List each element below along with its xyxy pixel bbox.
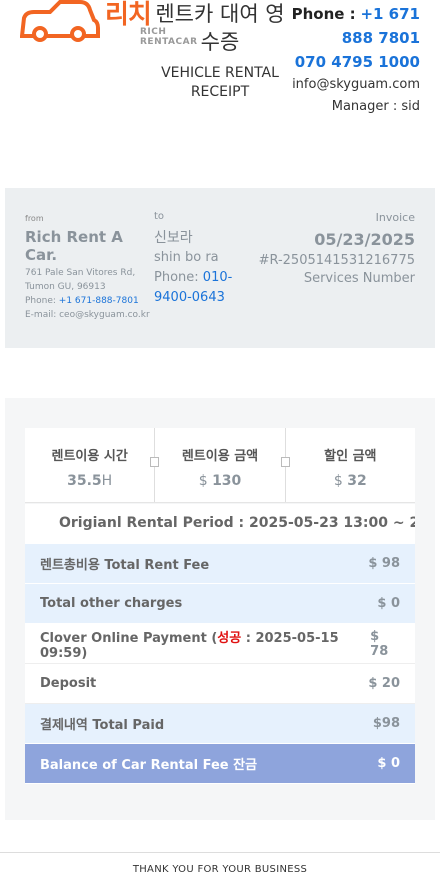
from-section: from Rich Rent A Car. 761 Pale San Vitor… [25, 214, 155, 322]
phone-link-2[interactable]: 070 4795 1000 [280, 50, 420, 74]
stat-prefix: $ [333, 473, 343, 489]
row-value: $98 [372, 716, 400, 731]
logo-text: 리치 [105, 0, 152, 30]
company-contact: Phone : +1 671 888 7801 070 4795 1000 in… [280, 2, 420, 118]
row-deposit: Deposit $ 20 [25, 664, 415, 704]
company-email: info@skyguam.com [292, 77, 420, 92]
phone-label: Phone : [291, 5, 356, 23]
row-label: Total other charges [40, 596, 183, 611]
row-value: $ 78 [370, 628, 389, 659]
services-number-label: Services Number [303, 271, 415, 286]
customer-phone-label: Phone: [154, 270, 199, 285]
stat-value: 35.5 [67, 473, 102, 489]
receipt-title-kr: 렌트카 대여 영수증 [155, 2, 285, 54]
stat-label: 할인 금액 [324, 449, 377, 464]
from-phone-link[interactable]: +1 671-888-7801 [59, 296, 139, 306]
stat-unit: H [101, 473, 113, 489]
row-label: 렌트총비용 Total Rent Fee [40, 558, 210, 573]
stat-rental-amount: 렌트이용 금액 $ 130 [150, 428, 286, 502]
row-label: Deposit [40, 676, 97, 691]
footer-text: THANK YOU FOR YOUR BUSINESS [132, 864, 308, 875]
stat-value: 130 [212, 473, 242, 489]
row-value: $ 0 [377, 596, 400, 611]
row-total-rent-fee: 렌트총비용 Total Rent Fee $ 98 [25, 544, 415, 584]
row-label: Clover Online Payment (성공 : 2025-05-15 0… [40, 627, 370, 661]
row-value: $ 20 [368, 676, 400, 691]
rental-stats: 렌트이용 시간 35.5H 렌트이용 금액 $ 130 할인 금액 $ 32 [25, 428, 415, 503]
rental-period: Origianl Rental Period : 2025-05-23 13:0… [25, 504, 415, 544]
checkbox-icon[interactable] [150, 457, 160, 467]
payment-status-badge: 성공 [217, 630, 242, 646]
invoice-info-panel: from Rich Rent A Car. 761 Pale San Vitor… [5, 188, 435, 348]
from-address-line1: 761 Pale San Vitores Rd, [25, 268, 136, 278]
stat-label: 렌트이용 금액 [181, 449, 259, 464]
row-label: Balance of Car Rental Fee 잔금 [40, 758, 258, 773]
invoice-label: Invoice [375, 211, 415, 224]
payment-label-pre: Clover Online Payment ( [40, 630, 218, 646]
from-label: from [25, 214, 44, 223]
from-address-line2: Tumon GU, 96913 [25, 282, 106, 292]
invoice-date: 05/23/2025 [314, 230, 415, 249]
row-value: $ 0 [377, 756, 400, 771]
charges-card: 렌트이용 시간 35.5H 렌트이용 금액 $ 130 할인 금액 $ 32 O… [5, 398, 435, 820]
from-phone-label: Phone: [25, 296, 56, 306]
row-balance: Balance of Car Rental Fee 잔금 $ 0 [25, 744, 415, 784]
checkbox-icon[interactable] [280, 457, 290, 467]
from-company-name: Rich Rent A Car. [25, 228, 123, 264]
row-online-payment: Clover Online Payment (성공 : 2025-05-15 0… [25, 624, 415, 664]
stat-prefix: $ [198, 473, 208, 489]
stat-value: 32 [347, 473, 367, 489]
car-icon [20, 0, 100, 42]
row-total-paid: 결제내역 Total Paid $98 [25, 704, 415, 744]
row-value: $ 98 [368, 556, 400, 571]
invoice-section: Invoice 05/23/2025 #R-2505141531216775 S… [235, 211, 415, 286]
footer-divider [0, 852, 440, 853]
invoice-number: #R-2505141531216775 [258, 253, 415, 268]
stat-label: 렌트이용 시간 [51, 449, 128, 464]
stat-discount: 할인 금액 $ 32 [280, 428, 415, 502]
row-other-charges: Total other charges $ 0 [25, 584, 415, 624]
stat-rental-time: 렌트이용 시간 35.5H [25, 428, 156, 502]
manager-name: Manager : sid [331, 99, 420, 114]
receipt-title-en: VEHICLE RENTAL RECEIPT [161, 65, 279, 100]
row-label: 결제내역 Total Paid [40, 718, 165, 733]
from-email: E-mail: ceo@skyguam.co.kr [25, 310, 150, 320]
